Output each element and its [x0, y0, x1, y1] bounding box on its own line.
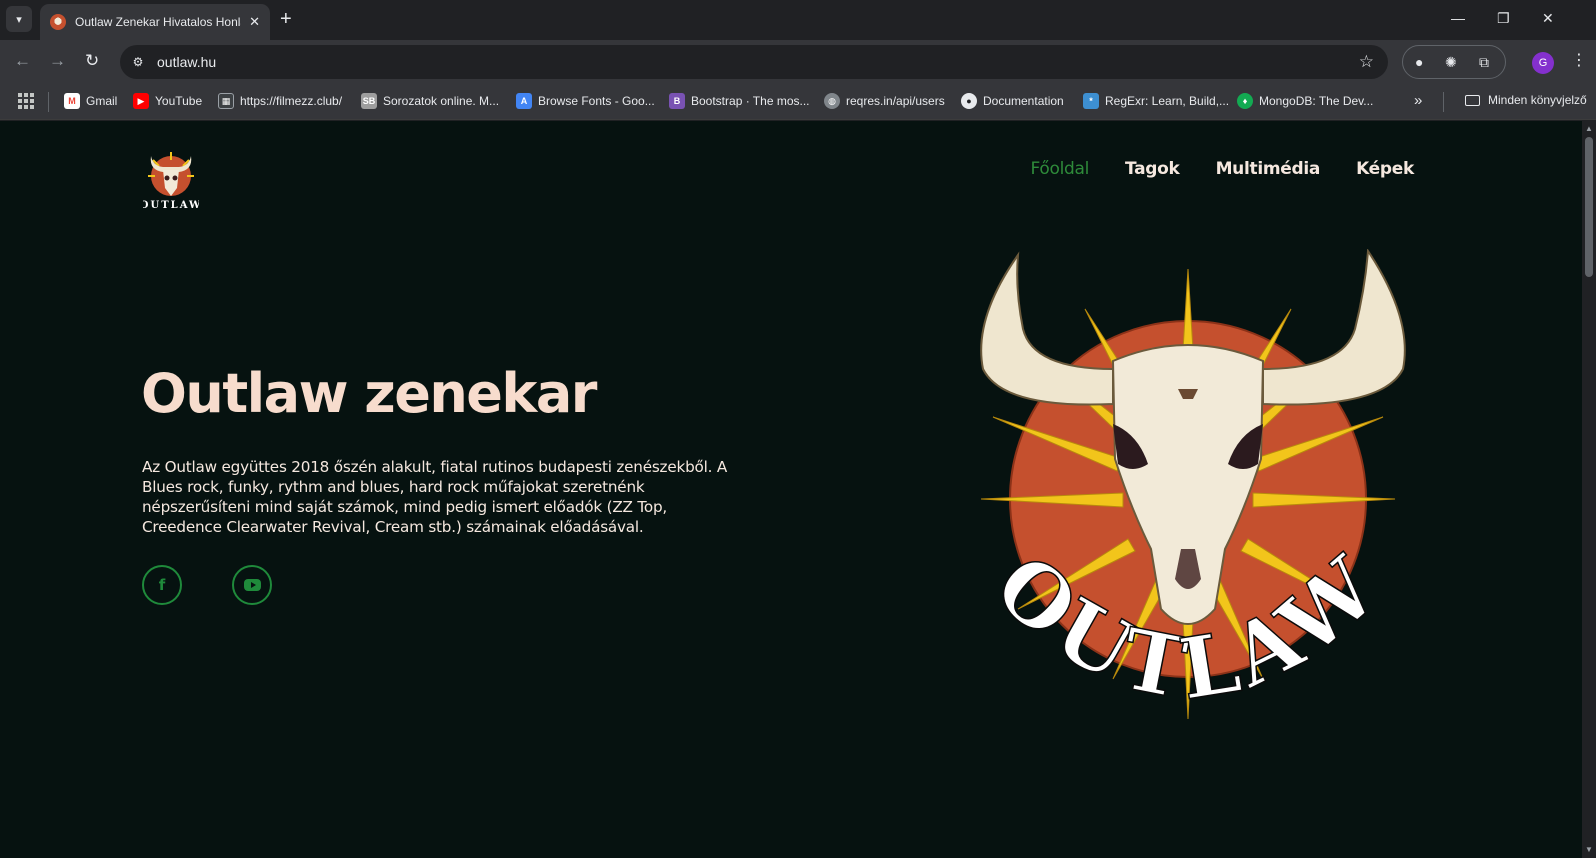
bookmark-label: MongoDB: The Dev...	[1259, 94, 1374, 108]
google-fonts-icon: A	[516, 93, 532, 109]
bookmark-label: YouTube	[155, 94, 203, 108]
bookmark-mongodb[interactable]: ♦ MongoDB: The Dev...	[1237, 93, 1373, 109]
browser-toolbar: ← → ↻ ⚙ outlaw.hu ☆ ● ✺ ⧉ G ⋮	[0, 40, 1596, 84]
header-logo[interactable]: OUTLAW	[143, 148, 199, 210]
back-arrow-icon[interactable]: ←	[14, 51, 31, 71]
site-settings-icon[interactable]: ⚙	[128, 52, 148, 72]
bookmark-label: Documentation	[983, 94, 1064, 108]
youtube-icon: ▶	[133, 93, 149, 109]
bookmark-reqres[interactable]: ◍ reqres.in/api/users	[824, 93, 945, 109]
nav-link-pictures[interactable]: Képek	[1356, 159, 1414, 179]
extensions-puzzle-icon[interactable]: ⧉	[1479, 54, 1489, 71]
site-favicon-icon	[50, 14, 66, 30]
bookmark-documentation[interactable]: ● Documentation	[961, 93, 1064, 109]
close-window-icon[interactable]: ✕	[1542, 10, 1554, 27]
profile-avatar[interactable]: G	[1532, 52, 1554, 74]
hero-logo-image: OUTLAW	[975, 249, 1406, 720]
bookmark-sorozatok[interactable]: SB Sorozatok online. M...	[361, 93, 499, 109]
page-viewport: OUTLAW Főoldal Tagok Multimédia Képek Ou…	[0, 121, 1582, 858]
chevron-down-icon: ▾	[16, 13, 22, 26]
bookmarks-bar: M Gmail ▶ YouTube ▦ https://filmezz.club…	[0, 84, 1596, 120]
new-tab-button[interactable]: +	[280, 9, 292, 29]
apps-grid-icon[interactable]	[18, 93, 34, 109]
github-icon: ●	[961, 93, 977, 109]
hero-title: Outlaw zenekar	[141, 362, 597, 425]
scroll-down-arrow-icon[interactable]: ▼	[1585, 845, 1593, 854]
bookmark-bootstrap[interactable]: B Bootstrap · The mos...	[669, 93, 810, 109]
bookmark-youtube[interactable]: ▶ YouTube	[133, 93, 202, 109]
bookmarks-divider	[1443, 92, 1444, 112]
all-bookmarks-folder[interactable]: Minden könyvjelző	[1465, 93, 1587, 107]
film-icon: ▦	[218, 93, 234, 109]
bookmark-label: https://filmezz.club/	[240, 94, 343, 108]
facebook-icon: f	[158, 576, 166, 594]
tab-close-icon[interactable]: ✕	[249, 14, 260, 30]
tab-strip: ▾ Outlaw Zenekar Hivatalos Honlapja ✕ + …	[0, 0, 1596, 40]
youtube-button[interactable]	[232, 565, 272, 605]
forward-arrow-icon[interactable]: →	[49, 51, 66, 71]
restore-icon[interactable]: ❐	[1497, 10, 1510, 27]
bookmark-gmail[interactable]: M Gmail	[64, 93, 117, 109]
nav-link-members[interactable]: Tagok	[1125, 159, 1180, 179]
extensions-group: ● ✺ ⧉	[1402, 45, 1506, 79]
bookmark-label: Browse Fonts - Goo...	[538, 94, 655, 108]
bookmark-label: RegExr: Learn, Build,...	[1105, 94, 1230, 108]
bookmark-label: Sorozatok online. M...	[383, 94, 500, 108]
youtube-icon	[243, 579, 261, 591]
bookmark-google-fonts[interactable]: A Browse Fonts - Goo...	[516, 93, 655, 109]
bookmark-regexr[interactable]: * RegExr: Learn, Build,...	[1083, 93, 1229, 109]
bookmark-filmezz[interactable]: ▦ https://filmezz.club/	[218, 93, 342, 109]
sb-icon: SB	[361, 93, 377, 109]
browser-menu-icon[interactable]: ⋮	[1571, 50, 1587, 70]
bookmark-label: reqres.in/api/users	[846, 94, 945, 108]
browser-tab-active[interactable]: Outlaw Zenekar Hivatalos Honlapja ✕	[40, 4, 270, 40]
extension-react-icon[interactable]: ✺	[1445, 54, 1457, 71]
all-bookmarks-label: Minden könyvjelző	[1488, 93, 1587, 107]
main-navigation: Főoldal Tagok Multimédia Képek	[1031, 159, 1415, 179]
bootstrap-icon: B	[669, 93, 685, 109]
more-bookmarks-icon[interactable]: »	[1414, 92, 1422, 109]
nav-link-home[interactable]: Főoldal	[1031, 159, 1090, 179]
extension-mouse-icon[interactable]: ●	[1415, 54, 1423, 70]
tab-title: Outlaw Zenekar Hivatalos Honlapja	[75, 15, 241, 29]
gmail-icon: M	[64, 93, 80, 109]
bookmark-star-icon[interactable]: ☆	[1359, 52, 1374, 72]
scroll-thumb[interactable]	[1585, 137, 1593, 277]
reload-icon[interactable]: ↻	[85, 51, 99, 71]
regexr-icon: *	[1083, 93, 1099, 109]
nav-link-multimedia[interactable]: Multimédia	[1216, 159, 1321, 179]
tab-search-button[interactable]: ▾	[6, 6, 32, 32]
mongodb-icon: ♦	[1237, 93, 1253, 109]
address-bar[interactable]: ⚙ outlaw.hu ☆	[120, 45, 1388, 79]
globe-icon: ◍	[824, 93, 840, 109]
bookmark-label: Gmail	[86, 94, 118, 108]
folder-icon	[1465, 94, 1480, 106]
hero-description: Az Outlaw együttes 2018 őszén alakult, f…	[142, 458, 728, 536]
logo-text: OUTLAW	[143, 200, 199, 210]
bookmarks-divider	[48, 92, 49, 112]
minimize-icon[interactable]: —	[1451, 10, 1465, 26]
page-scrollbar[interactable]: ▲ ▼	[1582, 121, 1596, 858]
url-text[interactable]: outlaw.hu	[157, 54, 216, 70]
bookmark-label: Bootstrap · The mos...	[691, 94, 810, 108]
scroll-up-arrow-icon[interactable]: ▲	[1585, 124, 1593, 133]
facebook-button[interactable]: f	[142, 565, 182, 605]
